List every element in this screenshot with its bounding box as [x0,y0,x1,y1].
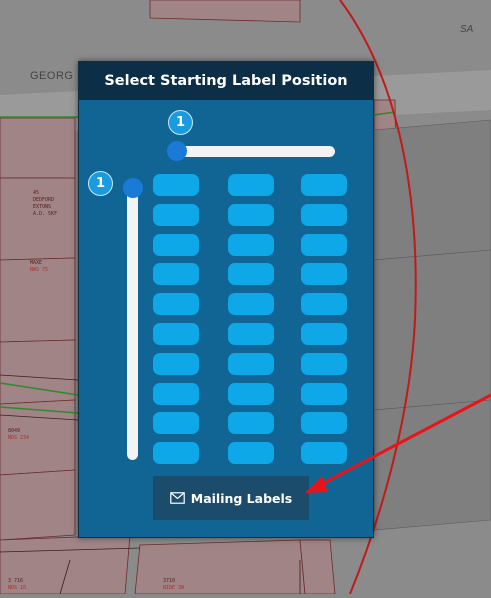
street-label-sa: SA [460,24,474,35]
label-position-cell[interactable] [301,233,347,256]
parcel-ref: NDS 10 [8,585,27,591]
parcel-id: MAXE [30,260,43,266]
label-position-cell[interactable] [301,442,347,465]
label-position-cell[interactable] [228,442,274,465]
label-position-cell[interactable] [301,323,347,345]
label-position-cell[interactable] [228,412,274,435]
parcel-label: 3 716 NDS 10 [8,578,26,592]
parcel-ref: NIDE 3W [163,585,185,591]
label-position-cell[interactable] [301,203,347,226]
parcel-id: 45 [33,190,40,196]
label-position-cell[interactable] [228,352,274,375]
mailing-labels-label: Mailing Labels [190,490,293,506]
label-position-cell[interactable] [228,293,274,316]
label-position-cell[interactable] [153,323,199,345]
label-position-cell[interactable] [301,293,347,316]
row-slider-track[interactable] [127,187,138,460]
parcel-id: 3710 [163,578,176,584]
envelope-icon [169,492,185,504]
label-position-cell[interactable] [153,174,199,196]
column-slider-handle[interactable] [167,141,187,161]
label-position-dialog: Select Starting Label Position 1 1 Maili… [78,61,374,538]
parcel-owner: DEDFORD [33,197,55,203]
label-position-cell[interactable] [228,382,274,405]
parcel-label: 45 DEDFORD EXTONS A.D. 5KF [33,190,57,218]
label-position-cell[interactable] [301,382,347,405]
label-position-cell[interactable] [301,352,347,375]
label-position-cell[interactable] [228,203,274,226]
street-label-george: GEORG [30,70,74,82]
label-position-cell[interactable] [153,293,199,316]
column-slider-value: 1 [168,110,193,135]
label-position-cell[interactable] [228,233,274,256]
parcel-label: 3710 NIDE 3W [163,578,184,592]
parcel-label: MAXE NWS 75 [30,260,48,274]
parcel-id: 3 716 [8,578,24,584]
parcel-ref: NDS 234 [8,435,30,441]
label-position-cell[interactable] [153,382,199,405]
parcel-label: 8049 NDS 234 [8,428,29,442]
label-position-cell[interactable] [228,323,274,345]
column-slider-track[interactable] [175,146,335,157]
label-position-cell[interactable] [153,442,199,465]
dialog-title: Select Starting Label Position [79,62,373,100]
label-position-cell[interactable] [153,203,199,226]
label-position-cell[interactable] [301,263,347,286]
parcel-owner-line: EXTONS [33,204,52,210]
label-position-cell[interactable] [153,263,199,286]
label-position-cell[interactable] [301,174,347,196]
label-position-cell[interactable] [228,174,274,196]
parcel-ref: A.D. 5KF [33,211,58,217]
mailing-labels-button[interactable]: Mailing Labels [153,476,309,520]
row-slider-value: 1 [88,171,113,196]
label-position-cell[interactable] [301,412,347,435]
label-position-cell[interactable] [153,352,199,375]
row-slider-handle[interactable] [123,178,143,198]
label-position-cell[interactable] [153,233,199,256]
parcel-ref: NWS 75 [30,267,49,273]
label-position-cell[interactable] [228,263,274,286]
label-position-cell[interactable] [153,412,199,435]
parcel-id: 8049 [8,428,21,434]
